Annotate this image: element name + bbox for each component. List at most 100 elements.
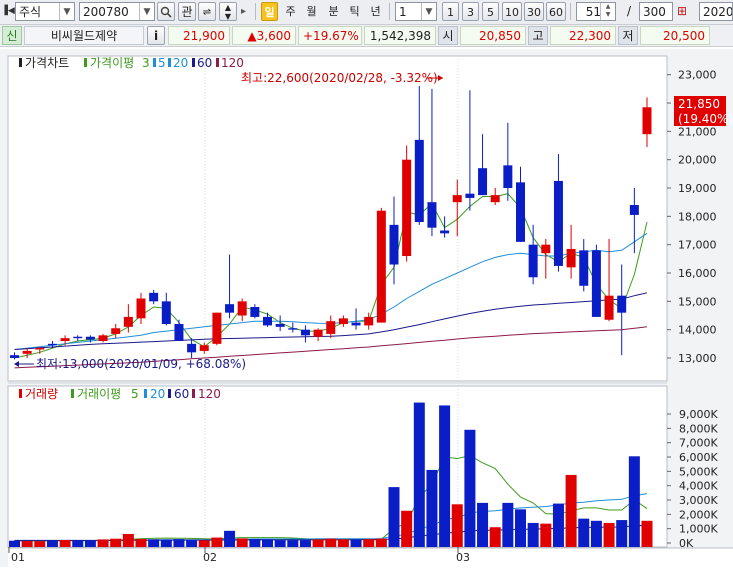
candle-body (149, 292, 159, 302)
candle-body (199, 345, 209, 351)
candle-body (98, 335, 108, 342)
grid-settings-icon[interactable]: ⊞ (677, 2, 695, 21)
volume-bar (21, 540, 33, 547)
candle-body (225, 304, 235, 313)
page-total-input[interactable]: 300 (639, 2, 673, 21)
page-count-input[interactable]: 51 ▲ ▼ (576, 2, 616, 21)
volume-bar (173, 539, 185, 547)
search-button[interactable] (157, 2, 175, 21)
candle-body (212, 312, 222, 344)
candle-body (313, 329, 323, 337)
ma-legend-marker (192, 58, 195, 67)
volume-bar (489, 527, 501, 547)
quick-10-button[interactable]: 10 (502, 2, 522, 21)
spinner-icon[interactable]: ▲ ▼ (600, 3, 615, 20)
quick-30-button[interactable]: 30 (524, 2, 544, 21)
candle-body (478, 168, 488, 196)
market-select[interactable]: 주식 ▼ (15, 2, 75, 21)
period-month-button[interactable]: 월 (303, 2, 320, 21)
expand-icon[interactable]: ▸ (241, 2, 253, 21)
volume-bar (477, 502, 489, 547)
volume-y-label: 6,000K (679, 451, 718, 464)
volume-bar (464, 429, 476, 547)
period-day-button[interactable]: 일 (261, 2, 278, 21)
candle-body (73, 336, 83, 339)
quick-3-button[interactable]: 3 (462, 2, 479, 21)
period-minute-button[interactable]: 분 (325, 2, 342, 21)
volume-bar (325, 538, 337, 547)
period-tick-button[interactable]: 틱 (346, 2, 363, 21)
volume-bar (160, 539, 172, 547)
period-week-button[interactable]: 주 (282, 2, 299, 21)
current-price-tag-pct: (19.40%) (678, 112, 733, 126)
interval-value: 1 (399, 5, 407, 19)
volume-bar (439, 405, 451, 547)
price-y-label: 18,000 (678, 210, 717, 223)
volume-bar (590, 520, 602, 547)
date-value: 2020/ (703, 5, 733, 19)
quick-1-button[interactable]: 1 (442, 2, 459, 21)
x-label-02: 02 (203, 551, 217, 564)
volume-bar (122, 533, 134, 547)
ma-legend-marker (216, 58, 219, 67)
low-price: 20,500 (640, 26, 710, 45)
volume-bar (262, 539, 273, 547)
candle-body (591, 250, 601, 317)
candle-body (427, 202, 437, 228)
ma-legend-3: 3 (142, 56, 150, 70)
updown-spinner-icon[interactable]: ▲ ▼ (219, 2, 237, 21)
candle-body (338, 318, 348, 325)
ma-legend-marker (84, 58, 87, 67)
chart-area[interactable]: 23,00022,00021,00020,00019,00018,00017,0… (0, 49, 733, 567)
page-separator: / (626, 4, 632, 18)
volume-bar (224, 530, 236, 547)
date-input[interactable]: 2020/ (699, 2, 733, 21)
info-button[interactable]: i (147, 26, 165, 45)
volume-bar (350, 539, 362, 547)
volume-bar (413, 402, 425, 547)
candle-body (440, 230, 450, 234)
link-icon[interactable]: ⇌ (198, 2, 216, 21)
quick-5-button[interactable]: 5 (482, 2, 499, 21)
current-price-tag-value: 21,850 (678, 97, 720, 111)
price-y-label: 20,000 (678, 154, 717, 167)
candle-body (617, 295, 627, 313)
volume-bar (603, 522, 615, 547)
candle-body (389, 224, 399, 265)
volume-y-label: 3,000K (679, 494, 718, 507)
interval-select[interactable]: 1 ▼ (395, 2, 437, 21)
volume-bar (236, 538, 248, 547)
volume-bar (578, 518, 590, 547)
period-year-button[interactable]: 년 (367, 2, 384, 21)
candle-body (136, 298, 146, 319)
high-annotation: 최고:22,600(2020/02/28, -3.32%) (241, 71, 438, 85)
volume-bar (312, 539, 324, 547)
candle-body (465, 193, 475, 198)
change-percent: +19.67% (298, 26, 362, 45)
chevron-down-icon[interactable]: ▼ (139, 3, 154, 20)
quick-60-button[interactable]: 60 (546, 2, 566, 21)
low-label: 저 (618, 26, 638, 45)
candle-body (490, 195, 500, 203)
candle-body (402, 159, 412, 257)
candle-body (326, 321, 336, 334)
price-y-label: 15,000 (678, 295, 717, 308)
chevron-down-icon[interactable]: ▼ (421, 3, 436, 20)
volume-y-label: 4,000K (679, 480, 718, 493)
volume-bar (527, 522, 539, 547)
candle-body (566, 248, 576, 268)
chevron-down-icon[interactable]: ▼ (59, 3, 74, 20)
volume-y-label: 0K (679, 537, 694, 550)
candle-body (10, 355, 19, 358)
page-total-value: 300 (643, 5, 666, 19)
interest-button[interactable]: 관 (178, 2, 196, 21)
candle-body (414, 139, 424, 223)
volume-bar (616, 520, 628, 547)
market-select-value: 주식 (19, 5, 42, 19)
prev-stock-icon[interactable]: ▐◀ (1, 2, 15, 21)
volume-y-label: 2,000K (679, 508, 718, 521)
volume-bar (515, 509, 526, 547)
volume-bar (565, 474, 577, 547)
stock-code-input[interactable]: 200780 ▼ (79, 2, 155, 21)
stock-chart[interactable]: 23,00022,00021,00020,00019,00018,00017,0… (0, 49, 733, 567)
